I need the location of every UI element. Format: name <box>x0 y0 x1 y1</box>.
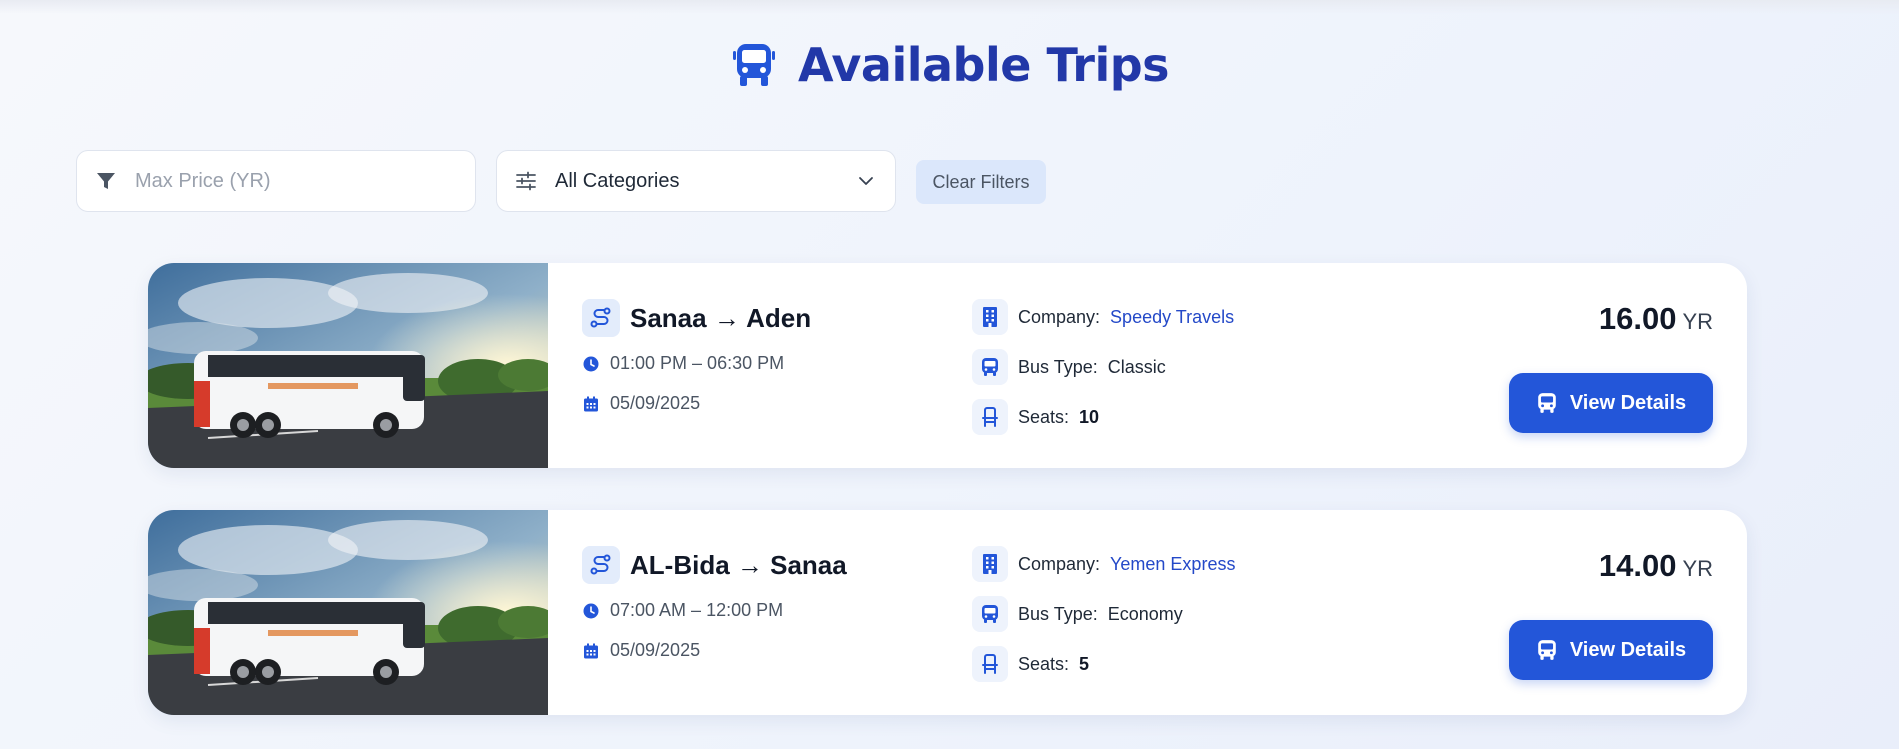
trip-card: AL-Bida → Sanaa 07:00 AM – 12:00 PM 05/0… <box>148 510 1747 715</box>
trip-card: Sanaa → Aden 01:00 PM – 06:30 PM 05/09/2… <box>148 263 1747 468</box>
view-details-button[interactable]: View Details <box>1509 373 1713 433</box>
chevron-down-icon <box>855 170 877 192</box>
clock-icon <box>582 602 600 620</box>
view-details-button[interactable]: View Details <box>1509 620 1713 680</box>
top-shadow <box>0 0 1899 14</box>
view-details-label: View Details <box>1569 391 1687 414</box>
trip-route: AL-Bida → Sanaa <box>582 546 847 584</box>
clock-icon <box>582 355 600 373</box>
seat-icon <box>972 646 1008 682</box>
bus-icon <box>1538 393 1556 413</box>
price-amount: 14.00 <box>1598 548 1677 583</box>
bus-type-row: Bus Type: Economy <box>972 596 1183 632</box>
seats-label: Seats: <box>1018 406 1070 427</box>
building-icon <box>972 299 1008 335</box>
page: Available Trips All Categories Clear Fil… <box>0 0 1899 749</box>
view-details-label: View Details <box>1569 638 1687 661</box>
route-title: Sanaa → Aden <box>630 302 812 333</box>
clear-filters-button[interactable]: Clear Filters <box>916 160 1046 204</box>
calendar-icon <box>582 642 600 660</box>
price-currency: YR <box>1682 556 1713 581</box>
filter-icon <box>93 168 119 194</box>
sliders-icon <box>513 168 539 194</box>
time-range: 07:00 AM – 12:00 PM <box>610 600 784 620</box>
price-amount: 16.00 <box>1598 301 1677 336</box>
trip-date: 05/09/2025 <box>582 640 700 661</box>
trip-time: 01:00 PM – 06:30 PM <box>582 353 784 374</box>
company-row: Company: Speedy Travels <box>972 299 1234 335</box>
bus-icon <box>1538 640 1556 660</box>
company-link[interactable]: Yemen Express <box>1110 554 1235 575</box>
category-selected: All Categories <box>555 169 680 192</box>
bus-icon <box>972 596 1008 632</box>
bus-photo <box>148 510 548 715</box>
price-currency: YR <box>1682 309 1713 334</box>
route-icon <box>582 299 620 337</box>
company-label: Company: <box>1018 553 1101 574</box>
seats-row: Seats: 5 <box>972 646 1089 682</box>
price-filter[interactable] <box>76 150 476 212</box>
bus-icon <box>972 349 1008 385</box>
time-range: 01:00 PM – 06:30 PM <box>610 353 785 373</box>
date-value: 05/09/2025 <box>610 393 701 413</box>
trip-price: 14.00 YR <box>1599 548 1713 584</box>
bus-icon <box>730 41 778 89</box>
seat-icon <box>972 399 1008 435</box>
seats-label: Seats: <box>1018 653 1070 674</box>
trip-route: Sanaa → Aden <box>582 299 811 337</box>
bus-type-row: Bus Type: Classic <box>972 349 1166 385</box>
bus-type-label: Bus Type: <box>1018 603 1098 624</box>
seats-value: 5 <box>1079 653 1090 674</box>
page-title: Available Trips <box>797 38 1170 92</box>
bus-type-value: Economy <box>1107 603 1183 624</box>
category-select[interactable]: All Categories <box>496 150 896 212</box>
trip-date: 05/09/2025 <box>582 393 700 414</box>
company-link[interactable]: Speedy Travels <box>1110 307 1234 328</box>
company-label: Company: <box>1018 306 1101 327</box>
date-value: 05/09/2025 <box>610 640 701 660</box>
seats-value: 10 <box>1079 406 1100 427</box>
route-title: AL-Bida → Sanaa <box>630 549 847 580</box>
route-icon <box>582 546 620 584</box>
max-price-input[interactable] <box>135 169 435 193</box>
company-row: Company: Yemen Express <box>972 546 1235 582</box>
building-icon <box>972 546 1008 582</box>
bus-type-value: Classic <box>1107 356 1166 377</box>
bus-photo <box>148 263 548 468</box>
seats-row: Seats: 10 <box>972 399 1099 435</box>
trip-price: 16.00 YR <box>1599 301 1713 337</box>
bus-type-label: Bus Type: <box>1018 356 1098 377</box>
trip-time: 07:00 AM – 12:00 PM <box>582 600 783 621</box>
calendar-icon <box>582 395 600 413</box>
page-header: Available Trips <box>0 38 1899 92</box>
